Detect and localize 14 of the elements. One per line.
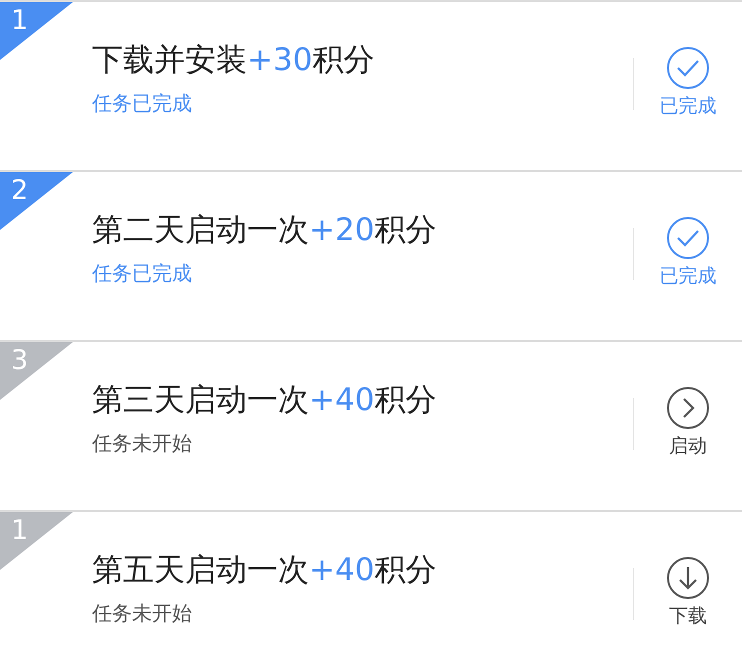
- task-title: 第二天启动一次+20积分: [92, 211, 438, 250]
- task-title: 下载并安装+30积分: [92, 41, 376, 80]
- task-status: 任务未开始: [92, 600, 193, 626]
- task-status: 任务未开始: [92, 430, 193, 456]
- task-status: 任务已完成: [92, 90, 193, 116]
- rank-badge: 1: [0, 512, 73, 570]
- action-label[interactable]: 下载: [669, 604, 707, 628]
- task-status: 任务已完成: [92, 260, 193, 286]
- rank-badge: 2: [0, 172, 73, 230]
- action-label[interactable]: 启动: [669, 434, 707, 458]
- task-title: 第五天启动一次+40积分: [92, 551, 438, 590]
- rank-badge: 1: [0, 2, 73, 60]
- rank-badge: 3: [0, 342, 73, 400]
- task-title: 第三天启动一次+40积分: [92, 381, 438, 420]
